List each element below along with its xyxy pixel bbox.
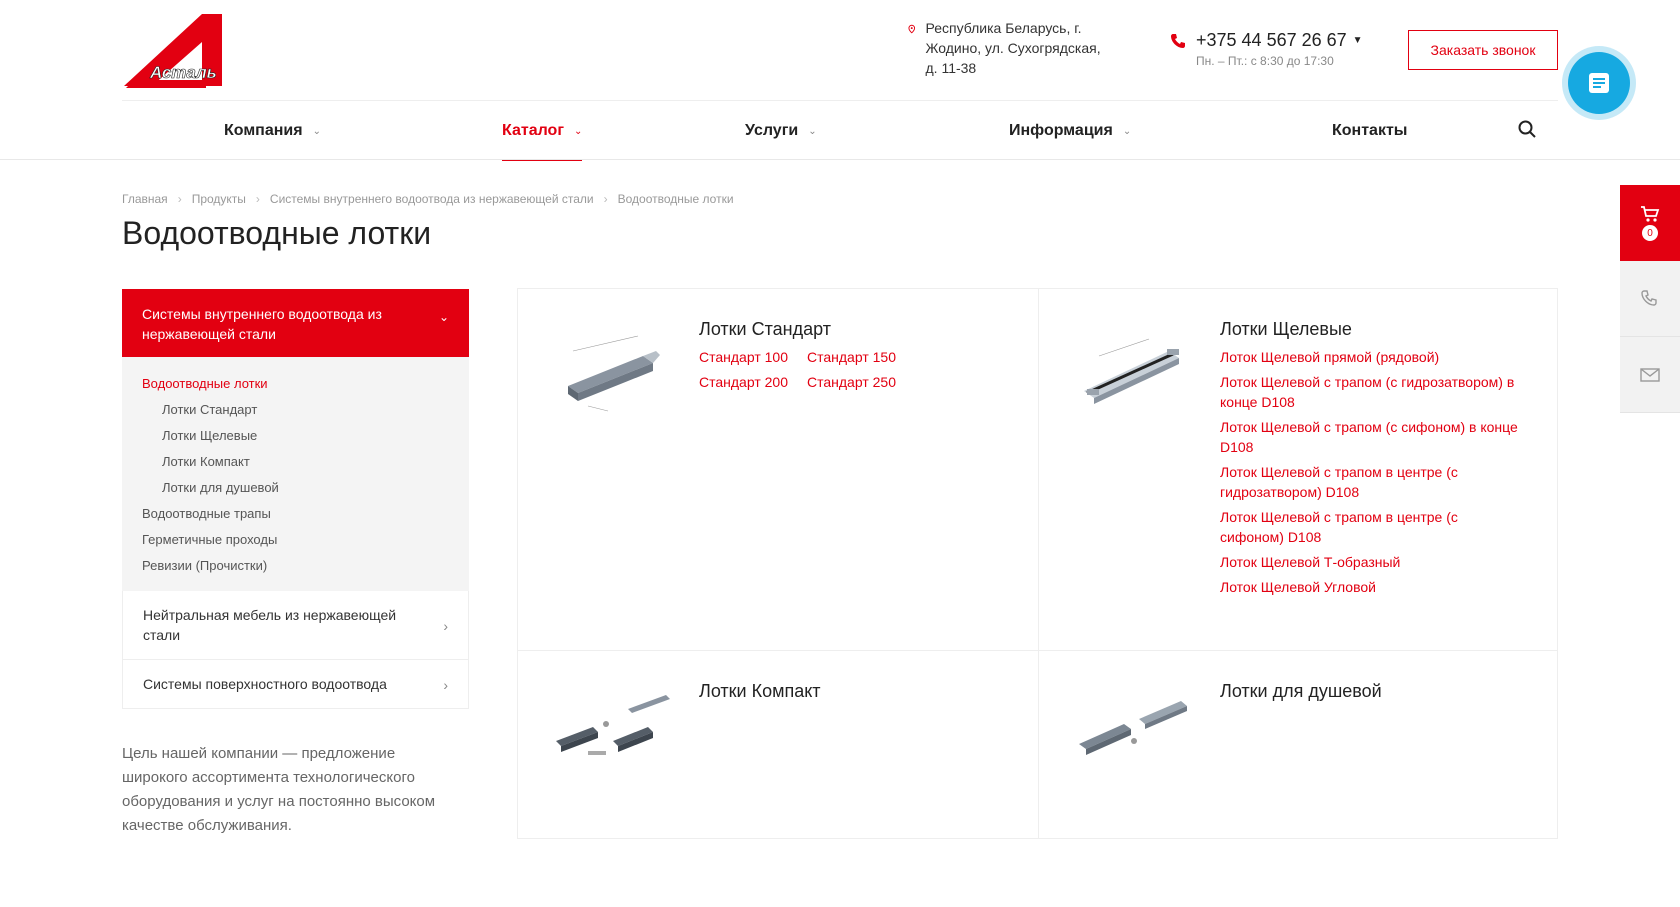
product-image[interactable] <box>548 689 673 774</box>
sidebar-item-compact[interactable]: Лотки Компакт <box>142 449 449 475</box>
callback-side-button[interactable] <box>1620 261 1680 337</box>
cart-count-badge: 0 <box>1642 225 1658 241</box>
product-title[interactable]: Лотки Стандарт <box>699 319 831 340</box>
mail-side-button[interactable] <box>1620 337 1680 413</box>
callback-button[interactable]: Заказать звонок <box>1408 30 1558 70</box>
breadcrumb-category[interactable]: Системы внутреннего водоотвода из нержав… <box>270 192 594 206</box>
sidebar-item-sealed-passages[interactable]: Герметичные проходы <box>142 527 449 553</box>
chevron-right-icon: › <box>603 192 608 206</box>
product-image[interactable] <box>1069 331 1194 416</box>
phone-number[interactable]: +375 44 567 26 67 <box>1196 30 1347 51</box>
product-link[interactable]: Лоток Щелевой с трапом в центре (с гидро… <box>1220 462 1520 502</box>
product-card-shower: Лотки для душевой <box>1039 651 1559 840</box>
product-title[interactable]: Лотки Щелевые <box>1220 319 1352 340</box>
phone-call-icon <box>1641 289 1657 306</box>
chevron-right-icon: › <box>255 192 260 206</box>
phone-icon <box>1171 33 1185 48</box>
nav-item-catalog[interactable]: Каталог ⌄ <box>502 101 583 161</box>
product-title[interactable]: Лотки для душевой <box>1220 681 1382 702</box>
chevron-right-icon: › <box>443 677 448 693</box>
product-link[interactable]: Лоток Щелевой Т-образный <box>1220 552 1520 572</box>
chevron-down-icon[interactable]: ▼ <box>1353 35 1363 46</box>
about-text: Цель нашей компании — предложение широко… <box>122 745 436 834</box>
sidebar-section-furniture[interactable]: Нейтральная мебель из нержавеющей стали … <box>122 591 469 660</box>
product-image[interactable] <box>548 331 673 416</box>
chat-button[interactable] <box>1568 52 1630 114</box>
main-nav: Компания ⌄ Каталог ⌄ Услуги ⌄ Информация ⌄ К… <box>122 100 1558 161</box>
cart-icon <box>1641 206 1660 222</box>
product-grid: Лотки Стандарт Стандарт 100 Стандарт 150… <box>517 288 1558 839</box>
chevron-right-icon: › <box>443 618 448 634</box>
chevron-down-icon: ⌄ <box>573 125 583 137</box>
product-link[interactable]: Стандарт 150 <box>807 347 915 367</box>
phone-block[interactable]: +375 44 567 26 67 ▼ Пн. – Пт.: с 8:30 до… <box>1170 30 1363 68</box>
header: Асталь Республика Беларусь, г. Жодино, у… <box>0 0 1680 114</box>
sidebar-item-drain-channels[interactable]: Водоотводные лотки <box>142 371 449 397</box>
search-icon[interactable] <box>1518 120 1536 143</box>
nav-divider <box>0 159 1680 160</box>
sidebar-active-section[interactable]: Системы внутреннего водоотвода из нержав… <box>122 289 469 357</box>
chevron-down-icon: ⌄ <box>438 310 449 324</box>
sidebar-item-standard[interactable]: Лотки Стандарт <box>142 397 449 423</box>
product-image[interactable] <box>1069 689 1194 774</box>
work-hours: Пн. – Пт.: с 8:30 до 17:30 <box>1196 54 1334 68</box>
cart-button[interactable]: 0 <box>1620 185 1680 261</box>
logo[interactable]: Асталь <box>122 12 230 92</box>
sidebar-item-revisions[interactable]: Ревизии (Прочистки) <box>142 553 449 579</box>
nav-item-services[interactable]: Услуги ⌄ <box>745 101 817 161</box>
sidebar-subitems: Водоотводные лотки Лотки Стандарт Лотки … <box>122 357 469 591</box>
product-link[interactable]: Лоток Щелевой с трапом (с гидрозатвором)… <box>1220 372 1520 412</box>
page-title: Водоотводные лотки <box>122 215 432 251</box>
product-link[interactable]: Лоток Щелевой прямой (рядовой) <box>1220 347 1520 367</box>
breadcrumb-home[interactable]: Главная <box>122 192 168 206</box>
nav-item-info[interactable]: Информация ⌄ <box>1009 101 1131 161</box>
breadcrumb: Главная › Продукты › Системы внутреннего в… <box>122 192 734 206</box>
nav-item-contacts[interactable]: Контакты <box>1332 101 1407 161</box>
breadcrumb-current: Водоотводные лотки <box>617 192 734 206</box>
address-block: Республика Беларусь, г. Жодино, ул. Сухо… <box>908 18 1108 78</box>
chevron-right-icon: › <box>177 192 182 206</box>
sidebar: Системы внутреннего водоотвода из нержав… <box>122 289 469 709</box>
address-text: Республика Беларусь, г. Жодино, ул. Сухо… <box>925 20 1101 76</box>
product-link[interactable]: Лоток Щелевой с трапом (с сифоном) в кон… <box>1220 417 1520 457</box>
product-card-slot: Лотки Щелевые Лоток Щелевой прямой (рядо… <box>1039 289 1559 650</box>
chat-icon <box>1589 73 1609 93</box>
mail-icon <box>1640 367 1660 382</box>
breadcrumb-products[interactable]: Продукты <box>192 192 246 206</box>
sidebar-item-shower[interactable]: Лотки для душевой <box>142 475 449 501</box>
location-pin-icon <box>908 24 916 34</box>
product-link[interactable]: Лоток Щелевой с трапом в центре (с сифон… <box>1220 507 1520 547</box>
logo-text: Асталь <box>149 63 217 82</box>
product-card-standard: Лотки Стандарт Стандарт 100 Стандарт 150… <box>518 289 1038 650</box>
sidebar-item-drains[interactable]: Водоотводные трапы <box>142 501 449 527</box>
product-link[interactable]: Стандарт 100 <box>699 347 807 367</box>
chevron-down-icon: ⌄ <box>808 125 817 137</box>
product-card-compact: Лотки Компакт <box>518 651 1038 840</box>
sidebar-item-slot[interactable]: Лотки Щелевые <box>142 423 449 449</box>
product-link[interactable]: Лоток Щелевой Угловой <box>1220 577 1520 597</box>
right-side-toolbar: 0 <box>1620 185 1680 413</box>
product-title[interactable]: Лотки Компакт <box>699 681 821 702</box>
product-link[interactable]: Стандарт 200 <box>699 372 807 392</box>
chevron-down-icon: ⌄ <box>312 125 321 137</box>
product-link[interactable]: Стандарт 250 <box>807 372 915 392</box>
chevron-down-icon: ⌄ <box>1122 125 1132 137</box>
nav-item-company[interactable]: Компания ⌄ <box>224 101 321 161</box>
sidebar-section-surface-drainage[interactable]: Системы поверхностного водоотвода › <box>122 660 469 709</box>
